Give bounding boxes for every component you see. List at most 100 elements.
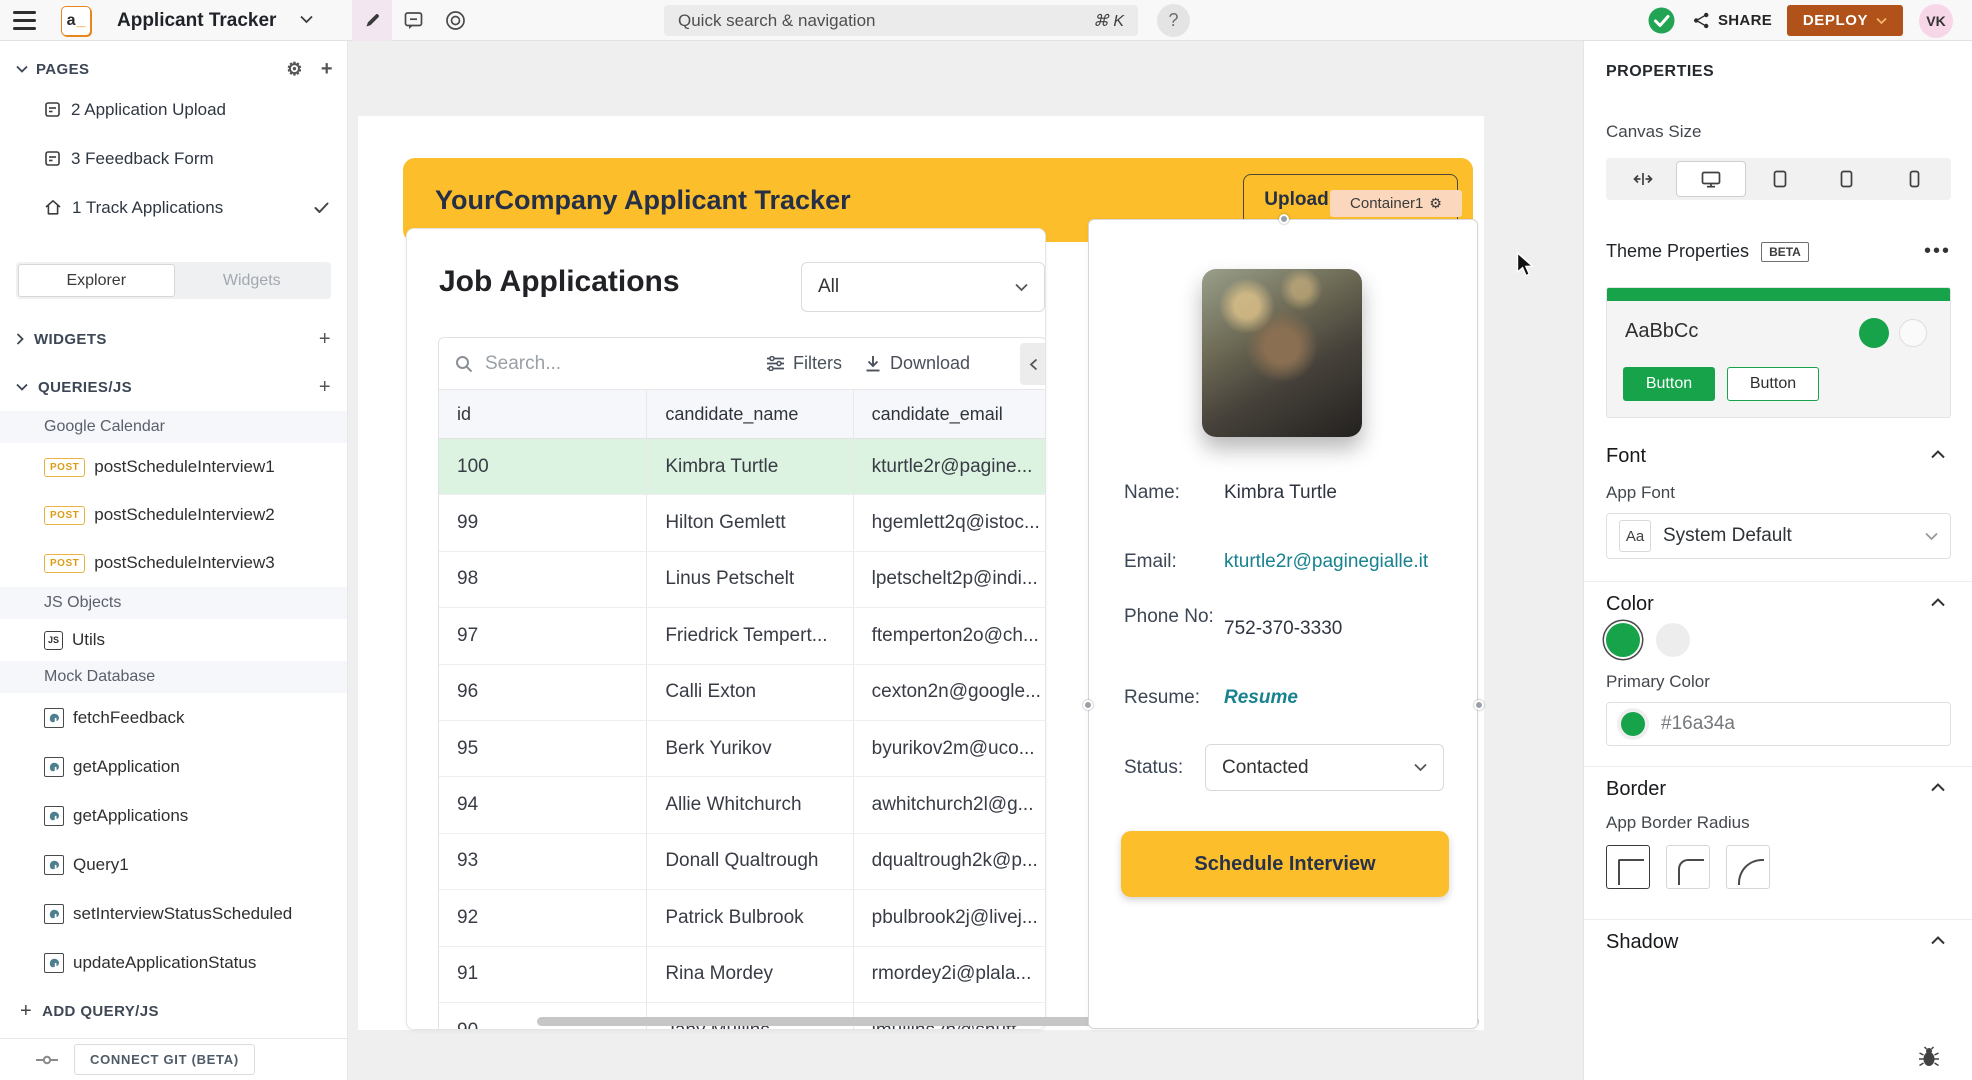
- selected-widget-label[interactable]: Container1 ⚙: [1330, 190, 1462, 217]
- app-title-chevron-down-icon[interactable]: [300, 15, 313, 24]
- app-font-select[interactable]: Aa System Default: [1606, 513, 1951, 559]
- column-header-id[interactable]: id: [439, 390, 647, 438]
- shadow-section-header[interactable]: Shadow: [1606, 931, 1678, 954]
- sidebar-page-feedback-form[interactable]: 3 Feeedback Form: [0, 134, 347, 183]
- widgets-section-header[interactable]: WIDGETS +: [0, 321, 347, 357]
- table-search-input[interactable]: [485, 353, 685, 375]
- canvas-size-desktop[interactable]: [1676, 161, 1745, 197]
- query-post-schedule-interview-3[interactable]: POST postScheduleInterview3: [0, 539, 347, 587]
- status-filter-select[interactable]: All: [801, 262, 1045, 312]
- table-row[interactable]: 97 Friedrick Tempert... ftemperton2o@ch.…: [439, 608, 1046, 664]
- color-section-header[interactable]: Color: [1606, 593, 1654, 616]
- job-applications-card: Job Applications All Filters: [406, 228, 1046, 1030]
- border-radius-large[interactable]: [1726, 845, 1770, 889]
- theme-button-outlined: Button: [1727, 367, 1819, 401]
- queries-section-header[interactable]: QUERIES/JS +: [0, 369, 347, 405]
- query-post-schedule-interview-1[interactable]: POST postScheduleInterview1: [0, 443, 347, 491]
- resize-handle-left[interactable]: [1083, 700, 1093, 710]
- mouse-cursor: [1516, 252, 1538, 278]
- font-collapse-chevron-up-icon[interactable]: [1931, 450, 1945, 459]
- font-abbr: Aa: [1619, 520, 1651, 552]
- desktop-icon: [1701, 171, 1721, 188]
- schedule-interview-button[interactable]: Schedule Interview: [1121, 831, 1449, 897]
- query-update-application-status[interactable]: updateApplicationStatus: [0, 938, 347, 987]
- quick-search-shortcut: ⌘ K: [1093, 11, 1124, 31]
- border-radius-medium[interactable]: [1666, 845, 1710, 889]
- detail-field-resume: Resume: Resume: [1124, 687, 1298, 709]
- comment-mode-button[interactable]: [396, 0, 430, 41]
- resize-handle-right[interactable]: [1474, 700, 1484, 710]
- query-query1[interactable]: Query1: [0, 840, 347, 889]
- connect-git-button[interactable]: CONNECT GIT (BETA): [74, 1044, 255, 1075]
- table-row[interactable]: 91 Rina Mordey rmordey2i@plala...: [439, 947, 1046, 1003]
- primary-color-input[interactable]: #16a34a: [1606, 702, 1951, 746]
- query-set-interview-status-scheduled[interactable]: setInterviewStatusScheduled: [0, 889, 347, 938]
- query-fetch-feedback[interactable]: fetchFeedback: [0, 693, 347, 742]
- sidebar-page-application-upload[interactable]: 2 Application Upload: [0, 85, 347, 134]
- shadow-collapse-chevron-up-icon[interactable]: [1931, 936, 1945, 945]
- status-select[interactable]: Contacted: [1205, 744, 1444, 791]
- collapse-panel-button[interactable]: [1020, 343, 1046, 385]
- hamburger-menu-icon[interactable]: [13, 11, 36, 30]
- preview-mode-button[interactable]: [438, 0, 472, 41]
- color-swatch-green-selected[interactable]: [1606, 623, 1640, 657]
- color-swatch-white[interactable]: [1656, 623, 1690, 657]
- filters-button[interactable]: Filters: [767, 353, 842, 374]
- add-page-button[interactable]: +: [321, 58, 333, 81]
- quick-search-bar[interactable]: Quick search & navigation ⌘ K: [664, 5, 1138, 36]
- add-query-button[interactable]: +: [319, 376, 331, 399]
- js-object-utils[interactable]: JS Utils: [0, 619, 347, 661]
- edit-mode-button[interactable]: [352, 0, 392, 41]
- pages-section-header[interactable]: PAGES ⚙ +: [0, 53, 347, 85]
- resume-link[interactable]: Resume: [1224, 687, 1298, 709]
- table-row[interactable]: 98 Linus Petschelt lpetschelt2p@indi...: [439, 552, 1046, 608]
- canvas-size-tablet[interactable]: [1813, 161, 1880, 197]
- column-header-candidate-email[interactable]: candidate_email: [854, 390, 1046, 438]
- column-header-candidate-name[interactable]: candidate_name: [647, 390, 853, 438]
- table-row[interactable]: 96 Calli Exton cexton2n@google...: [439, 665, 1046, 721]
- canvas-size-mobile[interactable]: [1881, 161, 1948, 197]
- chevron-down-icon: [1015, 283, 1028, 292]
- table-row[interactable]: 99 Hilton Gemlett hgemlett2q@istoc...: [439, 495, 1046, 551]
- query-get-application[interactable]: getApplication: [0, 742, 347, 791]
- widget-settings-gear-icon[interactable]: ⚙: [1429, 195, 1442, 212]
- theme-preview-card[interactable]: AaBbCc Button Button: [1606, 287, 1951, 418]
- email-link[interactable]: kturtle2r@paginegialle.it: [1224, 551, 1428, 573]
- tablet-icon: [1840, 170, 1853, 188]
- add-query-js-button[interactable]: + ADD QUERY/JS: [0, 987, 347, 1035]
- table-row[interactable]: 95 Berk Yurikov byurikov2m@uco...: [439, 721, 1046, 777]
- table-row[interactable]: 93 Donall Qualtrough dqualtrough2k@p...: [439, 834, 1046, 890]
- deploy-button[interactable]: DEPLOY: [1787, 5, 1903, 36]
- table-row[interactable]: 92 Patrick Bulbrook pbulbrook2j@livej...: [439, 890, 1046, 946]
- canvas-size-tablet-large[interactable]: [1746, 161, 1813, 197]
- help-button[interactable]: ?: [1157, 4, 1190, 37]
- share-button[interactable]: SHARE: [1693, 0, 1772, 41]
- download-button[interactable]: Download: [865, 353, 970, 374]
- app-logo[interactable]: a_: [61, 6, 91, 36]
- chevron-down-icon: [1925, 532, 1938, 541]
- git-branch-icon: [36, 1053, 58, 1067]
- color-collapse-chevron-up-icon[interactable]: [1931, 598, 1945, 607]
- candidate-detail-container[interactable]: Name: Kimbra Turtle Email: kturtle2r@pag…: [1088, 219, 1478, 1029]
- query-post-schedule-interview-2[interactable]: POST postScheduleInterview2: [0, 491, 347, 539]
- app-title[interactable]: Applicant Tracker: [117, 0, 276, 41]
- tab-explorer[interactable]: Explorer: [18, 264, 175, 297]
- table-toolbar: Filters Download: [439, 338, 1046, 390]
- user-avatar[interactable]: VK: [1919, 4, 1953, 38]
- theme-more-options-icon[interactable]: •••: [1924, 240, 1951, 263]
- table-row[interactable]: 94 Allie Whitchurch awhitchurch2l@g...: [439, 777, 1046, 833]
- tab-widgets[interactable]: Widgets: [175, 264, 330, 297]
- border-radius-none[interactable]: [1606, 845, 1650, 889]
- border-collapse-chevron-up-icon[interactable]: [1931, 783, 1945, 792]
- pages-settings-gear-icon[interactable]: ⚙: [286, 59, 303, 80]
- table-row[interactable]: 100 Kimbra Turtle kturtle2r@pagine...: [439, 439, 1046, 495]
- font-section-header[interactable]: Font: [1606, 445, 1646, 468]
- border-section-header[interactable]: Border: [1606, 778, 1666, 801]
- add-widget-button[interactable]: +: [319, 328, 331, 351]
- sidebar-page-track-applications[interactable]: 1 Track Applications: [0, 183, 347, 232]
- query-get-applications[interactable]: getApplications: [0, 791, 347, 840]
- canvas-size-fluid[interactable]: [1609, 161, 1676, 197]
- debug-bug-icon[interactable]: [1918, 1046, 1940, 1068]
- resize-handle-top[interactable]: [1279, 214, 1289, 224]
- postgres-icon: [44, 708, 64, 728]
